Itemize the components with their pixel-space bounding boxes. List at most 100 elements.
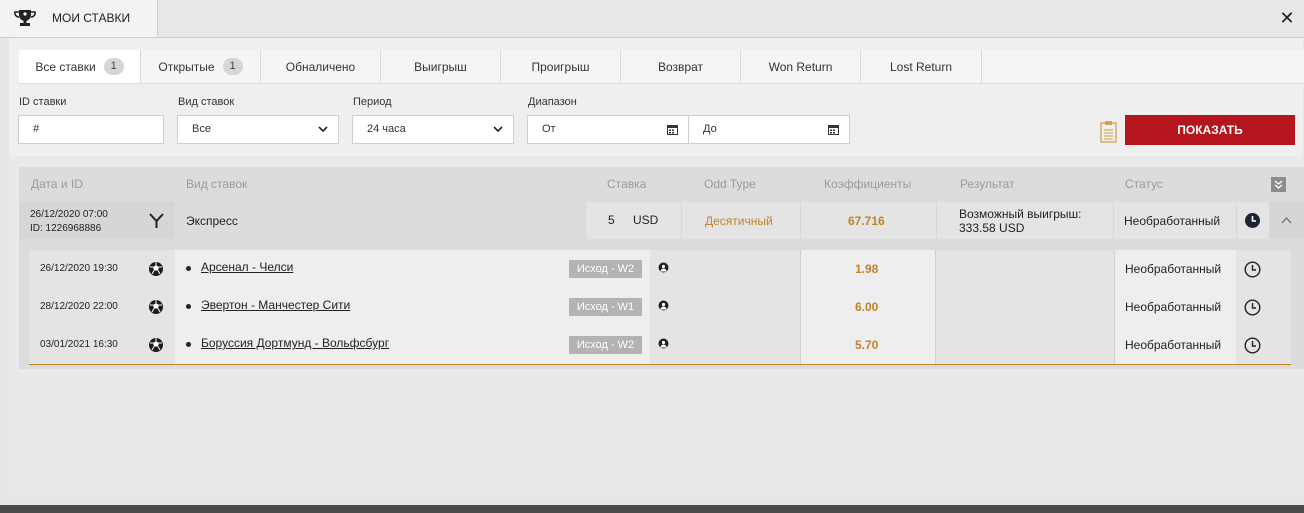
bet-odd-type: Десятичный (705, 214, 773, 228)
expand-all-button[interactable] (1271, 177, 1286, 192)
clock-icon (1244, 261, 1261, 278)
period-label: Период (353, 96, 392, 108)
tab-label: Обналичено (285, 59, 356, 74)
clock-icon (1244, 299, 1261, 316)
selection-odds-cell: 1.98 (800, 250, 936, 288)
period-select[interactable]: 24 часа (352, 115, 514, 144)
chevron-down-icon (493, 126, 503, 133)
selection-outcome-tag: Исход - W2 (569, 336, 642, 354)
tab-open[interactable]: Открытые 1 (141, 50, 261, 83)
selection-match-link[interactable]: Арсенал - Челси (201, 260, 293, 274)
user-icon (658, 300, 669, 311)
tab-label: Все ставки (35, 59, 96, 74)
selection-outcome-tag: Исход - W1 (569, 298, 642, 316)
selection-date: 28/12/2020 22:00 (40, 301, 118, 312)
bet-currency: USD (633, 213, 659, 227)
bet-id: ID: 1226968886 (30, 223, 102, 234)
double-chevron-down-icon (1274, 180, 1283, 189)
bets-table: Дата и ID Вид ставок Ставка Odd Type Коэ… (19, 167, 1304, 369)
column-header: Вид ставок (186, 177, 248, 191)
table-header: Дата и ID Вид ставок Ставка Odd Type Коэ… (19, 167, 1304, 202)
selection-odds: 6.00 (855, 300, 879, 314)
bet-type-icon-cell (139, 202, 175, 239)
soccer-ball-icon (149, 300, 163, 314)
selection-odds: 1.98 (855, 262, 879, 276)
tab-lost[interactable]: Проигрыш (501, 50, 621, 83)
selection-odds-cell: 6.00 (800, 288, 936, 326)
tab-lost-return[interactable]: Lost Return (861, 50, 982, 83)
show-button[interactable]: ПОКАЗАТЬ (1125, 115, 1295, 145)
selection-match-cell: Боруссия Дортмунд - Вольфсбург Исход - W… (175, 326, 659, 364)
column-header: Ставка (607, 177, 647, 191)
bet-type-value: Все (192, 123, 211, 135)
bets-panel: Все ставки 1 Открытые 1 Обналичено Выигр… (9, 38, 1304, 496)
window-title: МОИ СТАВКИ (52, 11, 131, 25)
bet-stake: 5 (608, 213, 615, 227)
close-button[interactable]: ✕ (1278, 9, 1296, 27)
column-header: Статус (1125, 177, 1163, 191)
bet-id-label: ID ставки (19, 96, 67, 108)
accumulator-icon (149, 213, 164, 228)
bet-status-cell: Необработанный (1114, 202, 1236, 239)
selection-odds-cell: 5.70 (800, 326, 936, 364)
selection-match-link[interactable]: Эвертон - Манчестер Сити (201, 298, 350, 312)
selection-status-cell: Необработанный (1114, 288, 1236, 326)
selection-user-cell (650, 250, 680, 288)
calendar-icon (667, 125, 678, 135)
tab-label: Открытые (158, 59, 215, 74)
bet-id-input[interactable]: # (18, 115, 164, 144)
bet-row[interactable]: 26/12/2020 07:00 ID: 1226968886 Экспресс… (19, 202, 1304, 239)
tab-cashed-out[interactable]: Обналичено (261, 50, 381, 83)
date-from-input[interactable]: От (527, 115, 689, 144)
selection-odds: 5.70 (855, 338, 879, 352)
selection-user-cell (650, 288, 680, 326)
selection-row: 28/12/2020 22:00 Эвертон - Манчестер Сит… (29, 288, 1291, 326)
bet-tabs: Все ставки 1 Открытые 1 Обналичено Выигр… (19, 50, 1304, 84)
bullet (186, 342, 191, 347)
column-header: Результат (960, 177, 1015, 191)
tab-won-return[interactable]: Won Return (741, 50, 861, 83)
date-to-value: До (703, 123, 717, 135)
bet-result-label: Возможный выигрыш: (959, 207, 1082, 221)
column-header: Дата и ID (31, 177, 83, 191)
tab-count-badge: 1 (222, 58, 243, 75)
selection-match-link[interactable]: Боруссия Дортмунд - Вольфсбург (201, 336, 389, 350)
tab-refund[interactable]: Возврат (621, 50, 741, 83)
user-icon (658, 262, 669, 273)
range-label: Диапазон (528, 96, 577, 108)
selection-date: 03/01/2021 16:30 (40, 339, 118, 350)
bet-type: Экспресс (186, 214, 238, 228)
filters-area: Все ставки 1 Открытые 1 Обналичено Выигр… (9, 38, 1304, 156)
soccer-ball-icon (149, 262, 163, 276)
selection-status: Необработанный (1125, 338, 1222, 352)
selection-date: 26/12/2020 19:30 (40, 263, 118, 274)
close-icon: ✕ (1279, 8, 1295, 28)
bet-date-cell: 26/12/2020 07:00 ID: 1226968886 (19, 202, 139, 239)
collapse-row-button[interactable] (1270, 202, 1304, 239)
calendar-icon (828, 125, 839, 135)
soccer-ball-icon (149, 338, 163, 352)
column-header: Коэффициенты (824, 177, 912, 191)
bet-id-value: # (33, 123, 40, 135)
bet-odd-type-cell: Десятичный (682, 202, 800, 239)
clock-icon (1244, 337, 1261, 354)
tab-label: Выигрыш (414, 59, 467, 74)
selection-user-cell (650, 326, 680, 364)
tab-all-bets[interactable]: Все ставки 1 (19, 50, 141, 83)
bet-odds: 67.716 (848, 214, 885, 228)
user-icon (658, 338, 669, 349)
tab-won[interactable]: Выигрыш (381, 50, 501, 83)
bet-result-cell: Возможный выигрыш: 333.58 USD (937, 202, 1113, 239)
clipboard-icon[interactable] (1100, 120, 1117, 143)
bet-stake-cell: 5 USD (586, 202, 681, 239)
bet-date: 26/12/2020 07:00 (30, 209, 108, 220)
clock-filled-icon (1245, 213, 1260, 228)
chevron-up-icon (1281, 216, 1292, 224)
bet-result-amount: 333.58 USD (959, 221, 1025, 235)
selection-match-cell: Эвертон - Манчестер Сити Исход - W1 (175, 288, 659, 326)
date-to-input[interactable]: До (688, 115, 850, 144)
selection-status: Необработанный (1125, 300, 1222, 314)
bet-type-select[interactable]: Все (177, 115, 339, 144)
tab-count-badge: 1 (103, 58, 124, 75)
tab-label: Возврат (658, 59, 703, 74)
